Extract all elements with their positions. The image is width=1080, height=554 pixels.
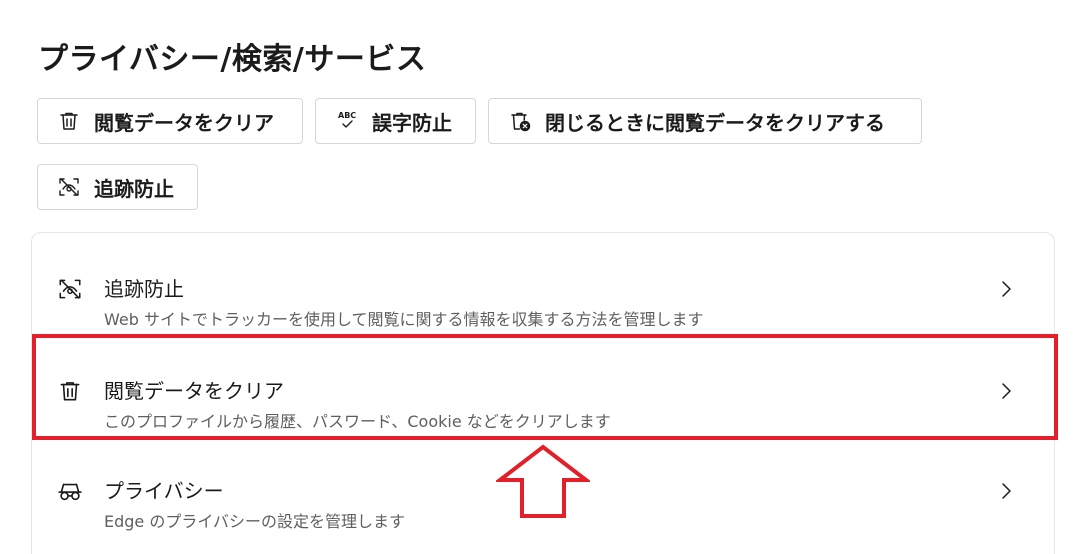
- settings-page: プライバシー/検索/サービス 閲覧データをクリア ABC 誤字防止 閉じるときに…: [0, 0, 1080, 554]
- typo-protection-button[interactable]: ABC 誤字防止: [315, 98, 476, 144]
- settings-row-description: Edge のプライバシーの設定を管理します: [104, 512, 406, 531]
- clear-browsing-data-button[interactable]: 閲覧データをクリア: [37, 98, 303, 144]
- glasses-icon: [56, 477, 84, 505]
- chevron-right-icon: [1002, 483, 1011, 499]
- tracking-prevention-label: 追跡防止: [94, 176, 174, 201]
- settings-list-card: 追跡防止 Web サイトでトラッカーを使用して閲覧に関する情報を収集する方法を管…: [31, 232, 1055, 554]
- settings-row-title: プライバシー: [104, 479, 224, 503]
- settings-row-title: 閲覧データをクリア: [104, 379, 284, 403]
- settings-row-description: Web サイトでトラッカーを使用して閲覧に関する情報を収集する方法を管理します: [104, 310, 704, 329]
- settings-row-privacy[interactable]: プライバシー Edge のプライバシーの設定を管理します: [32, 449, 1054, 549]
- page-title: プライバシー/検索/サービス: [38, 42, 427, 77]
- spellcheck-icon: ABC: [334, 108, 360, 134]
- typo-protection-label: 誤字防止: [372, 110, 452, 135]
- tracking-prevention-icon: [56, 275, 84, 303]
- settings-row-description: このプロファイルから履歴、パスワード、Cookie などをクリアします: [104, 412, 611, 431]
- tracking-prevention-icon: [56, 174, 82, 200]
- clear-on-close-label: 閉じるときに閲覧データをクリアする: [545, 110, 885, 135]
- settings-row-tracking-prevention[interactable]: 追跡防止 Web サイトでトラッカーを使用して閲覧に関する情報を収集する方法を管…: [32, 247, 1054, 347]
- chevron-right-icon: [1002, 281, 1011, 297]
- clear-browsing-data-label: 閲覧データをクリア: [94, 110, 274, 135]
- settings-row-title: 追跡防止: [104, 277, 184, 301]
- clear-on-close-button[interactable]: 閉じるときに閲覧データをクリアする: [488, 98, 922, 144]
- trash-icon: [56, 377, 84, 405]
- trash-icon: [56, 108, 82, 134]
- settings-row-clear-browsing-data[interactable]: 閲覧データをクリア このプロファイルから履歴、パスワード、Cookie などをク…: [32, 349, 1054, 449]
- tracking-prevention-button[interactable]: 追跡防止: [37, 164, 198, 210]
- chevron-right-icon: [1002, 383, 1011, 399]
- spellcheck-icon-text: ABC: [338, 111, 356, 120]
- trash-close-icon: [507, 108, 533, 134]
